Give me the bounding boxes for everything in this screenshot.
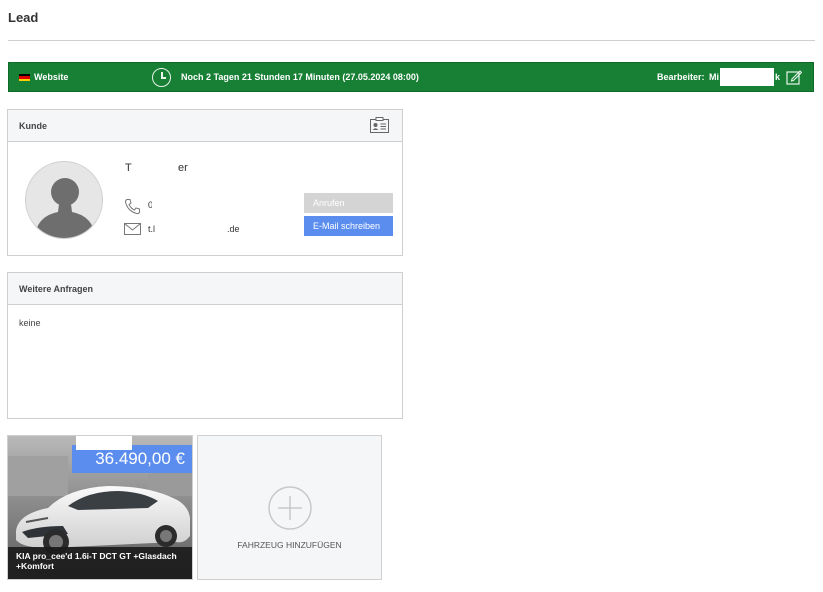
phone-icon [124, 199, 140, 215]
write-email-button[interactable]: E-Mail schreiben [304, 216, 393, 236]
redaction-mask [152, 197, 210, 212]
further-requests-panel: Weitere Anfragen keine [7, 272, 403, 419]
edit-icon[interactable] [786, 69, 802, 85]
clock-icon [152, 68, 171, 87]
add-vehicle-label: FAHRZEUG HINZUFÜGEN [237, 540, 342, 550]
email-address[interactable]: t.l [148, 224, 155, 234]
editor-label: Bearbeiter: [657, 72, 705, 82]
editor-name-end: k [775, 72, 781, 82]
customer-panel-header: Kunde [8, 110, 402, 142]
mail-icon [124, 223, 141, 235]
vehicle-card[interactable]: 36.490,00 € KIA pro_cee'd 1.6i-T DCT GT … [7, 435, 193, 580]
add-vehicle-card[interactable]: FAHRZEUG HINZUFÜGEN [197, 435, 382, 580]
requests-panel-title: Weitere Anfragen [19, 284, 94, 294]
customer-panel-title: Kunde [19, 121, 47, 131]
vehicle-title: KIA pro_cee'd 1.6i-T DCT GT +Glasdach +K… [8, 547, 192, 579]
call-button[interactable]: Anrufen [304, 193, 393, 213]
redaction-mask [76, 436, 132, 450]
plus-circle-icon [268, 486, 312, 530]
customer-name-end: er [178, 162, 188, 174]
german-flag-icon [19, 74, 30, 81]
requests-panel-header: Weitere Anfragen [8, 273, 402, 305]
customer-name: T [125, 162, 132, 174]
customer-panel: Kunde T er 0 t.l .de Anrufen E-Mail schr… [7, 109, 403, 256]
redaction-mask [720, 68, 774, 86]
redaction-mask [133, 160, 177, 176]
email-domain: .de [227, 224, 240, 234]
editor-name: Mi [709, 72, 719, 82]
requests-content: keine [19, 318, 41, 328]
lead-status-bar: Website Noch 2 Tagen 21 Stunden 17 Minut… [8, 62, 814, 92]
countdown-timer: Noch 2 Tagen 21 Stunden 17 Minuten (27.0… [181, 72, 419, 82]
redaction-mask [156, 222, 226, 237]
lead-source: Website [34, 72, 69, 82]
person-silhouette-icon [34, 178, 96, 238]
id-card-icon[interactable] [370, 117, 389, 133]
page-title: Lead [8, 10, 39, 25]
avatar [25, 161, 103, 239]
title-divider [8, 40, 815, 41]
